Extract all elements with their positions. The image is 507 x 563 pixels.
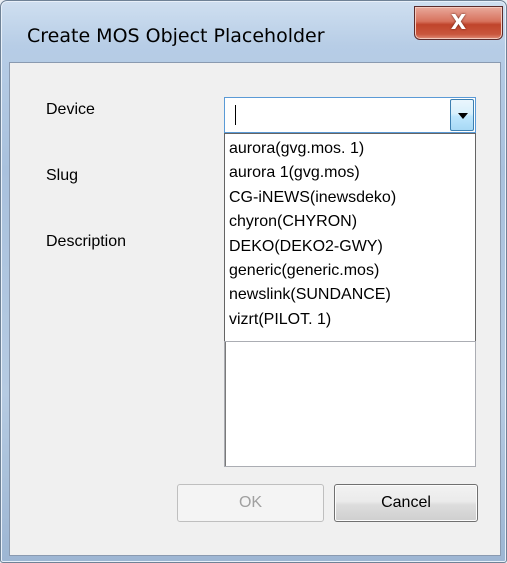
dropdown-option[interactable]: newslink(SUNDANCE) — [225, 283, 475, 307]
dropdown-option[interactable]: vizrt(PILOT. 1) — [225, 308, 475, 332]
dropdown-option[interactable]: generic(generic.mos) — [225, 259, 475, 283]
device-label: Device — [46, 101, 95, 118]
description-label: Description — [46, 233, 127, 250]
chevron-down-icon — [458, 113, 468, 119]
slug-label: Slug — [46, 167, 79, 184]
device-dropdown-list[interactable]: aurora(gvg.mos. 1) aurora 1(gvg.mos) CG-… — [224, 133, 476, 342]
dropdown-option[interactable]: DEKO(DEKO2-GWY) — [225, 235, 475, 259]
device-dropdown-button[interactable] — [450, 99, 474, 131]
dropdown-option[interactable]: chyron(CHYRON) — [225, 210, 475, 234]
dropdown-option[interactable]: aurora 1(gvg.mos) — [225, 161, 475, 185]
window-title: Create MOS Object Placeholder — [27, 25, 325, 47]
textarea-edge — [225, 342, 226, 466]
dropdown-option[interactable]: aurora(gvg.mos. 1) — [225, 137, 475, 161]
dialog-body: Device Slug Description aurora(gvg.mos. … — [9, 62, 501, 556]
dropdown-option[interactable]: CG-iNEWS(inewsdeko) — [225, 186, 475, 210]
ok-button[interactable]: OK — [177, 484, 324, 522]
description-textarea[interactable] — [224, 341, 476, 467]
close-button[interactable]: X — [414, 6, 503, 40]
dialog-window: Create MOS Object Placeholder X Device S… — [0, 0, 507, 563]
close-icon: X — [450, 10, 467, 34]
device-combobox[interactable] — [224, 97, 476, 133]
text-caret — [235, 105, 236, 125]
cancel-button[interactable]: Cancel — [334, 484, 478, 522]
